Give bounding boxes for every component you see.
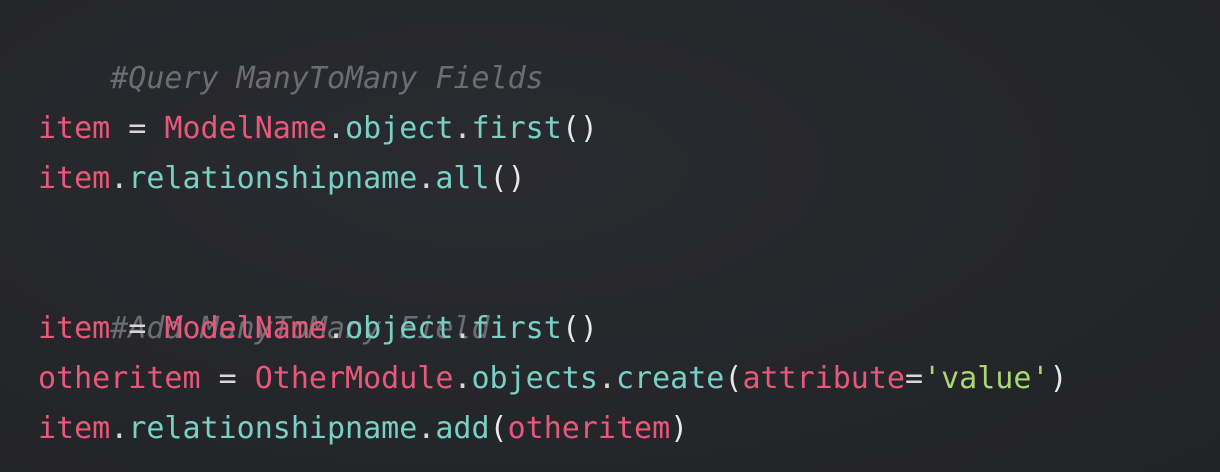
token-dot: .: [417, 411, 436, 446]
code-line-4: otheritem = OtherModule.objects.create(a…: [38, 354, 1220, 404]
token-item: item: [38, 311, 111, 346]
token-object: object: [345, 311, 454, 346]
token-item: item: [38, 411, 111, 446]
token-dot: .: [110, 411, 129, 446]
token-parens: (): [561, 311, 598, 346]
code-line-2: item.relationshipname.all(): [38, 154, 1220, 204]
comment-query: #Query ManyToMany Fields: [110, 61, 544, 96]
token-object: object: [345, 111, 454, 146]
token-first: first: [471, 111, 562, 146]
code-line-comment-add: #Add ManyToMany Field: [38, 254, 1220, 346]
token-othermodule: OtherModule: [254, 361, 454, 396]
token-otheritem-arg: otheritem: [507, 411, 671, 446]
token-open-paren: (: [724, 361, 743, 396]
token-dot: .: [327, 311, 346, 346]
token-add: add: [435, 411, 490, 446]
token-assign: =: [200, 361, 255, 396]
token-assign: =: [110, 311, 165, 346]
token-kwarg-eq: =: [905, 361, 924, 396]
token-dot: .: [417, 161, 436, 196]
token-modelname: ModelName: [164, 111, 327, 146]
token-relationshipname: relationshipname: [128, 411, 418, 446]
code-editor: #Query ManyToMany Fields item = ModelNam…: [0, 0, 1220, 472]
token-modelname: ModelName: [164, 311, 327, 346]
token-dot: .: [453, 311, 472, 346]
token-relationshipname: relationshipname: [128, 161, 418, 196]
token-dot: .: [110, 161, 129, 196]
token-string-value: 'value': [923, 361, 1050, 396]
token-parens: (): [489, 161, 526, 196]
token-item: item: [38, 161, 111, 196]
token-dot: .: [453, 111, 472, 146]
token-otheritem: otheritem: [38, 361, 201, 396]
token-first: first: [471, 311, 562, 346]
token-dot: .: [453, 361, 472, 396]
token-open-paren: (: [489, 411, 508, 446]
token-assign: =: [110, 111, 165, 146]
token-item: item: [38, 111, 111, 146]
code-line-3: item = ModelName.object.first(): [38, 304, 1220, 354]
token-dot: .: [597, 361, 616, 396]
token-create: create: [616, 361, 725, 396]
code-line-comment-query: #Query ManyToMany Fields: [38, 4, 1220, 96]
token-dot: .: [327, 111, 346, 146]
token-parens: (): [561, 111, 598, 146]
token-close-paren: ): [1049, 361, 1068, 396]
token-objects: objects: [471, 361, 598, 396]
token-close-paren: ): [670, 411, 689, 446]
code-line-1: item = ModelName.object.first(): [38, 104, 1220, 154]
token-all: all: [435, 161, 490, 196]
token-attribute: attribute: [742, 361, 905, 396]
code-line-5: item.relationshipname.add(otheritem): [38, 404, 1220, 454]
